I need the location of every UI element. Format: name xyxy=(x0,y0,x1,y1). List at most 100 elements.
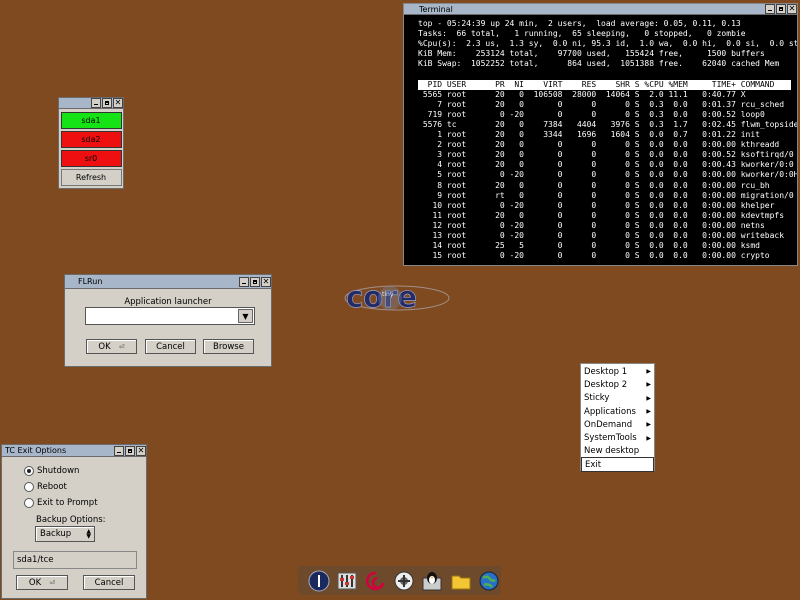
desktop-context-menu: Desktop 1 ▶ Desktop 2 ▶ Sticky ▶ Applicatio… xyxy=(580,363,655,473)
enter-key-icon: ⏎ xyxy=(118,342,125,351)
control-panel-icon[interactable] xyxy=(335,569,358,593)
ok-label: OK xyxy=(28,577,42,588)
submenu-arrow-icon: ▶ xyxy=(646,394,651,402)
process-row: 719 root 0 -20 0 0 0 S 0.3 0.0 0:00.52 l… xyxy=(418,109,765,119)
flrun-browse-button[interactable]: Browse xyxy=(203,339,254,354)
minimize-icon[interactable] xyxy=(765,4,775,14)
flrun-titlebar[interactable]: FLRun ✕ xyxy=(65,275,271,289)
wbar-dock xyxy=(298,566,501,595)
reboot-radio[interactable]: Reboot xyxy=(24,479,98,495)
top-summary-mem: KiB Mem: 253124 total, 97700 used, 15542… xyxy=(418,49,765,59)
backup-select[interactable]: Backup ▲ ▼ xyxy=(35,526,95,542)
menu-item-desktop-1[interactable]: Desktop 1 ▶ xyxy=(581,365,654,378)
maximize-icon[interactable] xyxy=(125,445,135,456)
close-icon[interactable]: ✕ xyxy=(787,4,797,14)
svg-text:tiny: tiny xyxy=(382,291,394,298)
exit-to-prompt-radio[interactable]: Exit to Prompt xyxy=(24,495,98,511)
flrun-title: FLRun xyxy=(78,276,103,286)
maximize-icon[interactable] xyxy=(776,4,786,14)
exit-ok-button[interactable]: OK ⏎ xyxy=(16,575,68,590)
process-row: 7 root 20 0 0 0 0 S 0.3 0.0 0:01.37 rcu_… xyxy=(418,99,785,109)
close-icon[interactable]: ✕ xyxy=(113,98,123,108)
globe-browser-icon[interactable] xyxy=(478,569,501,593)
process-table-header: PID USER PR NI VIRT RES SHR S %CPU %MEM … xyxy=(418,79,791,90)
mount-tool-window: ✕ sda1 sda2 sr0 Refresh xyxy=(58,97,124,189)
submenu-arrow-icon: ▶ xyxy=(646,368,651,376)
terminal-titlebar[interactable]: Terminal ✕ xyxy=(404,4,797,15)
process-row: 2 root 20 0 0 0 0 S 0.0 0.0 0:00.00 kthr… xyxy=(418,140,780,150)
ok-label: OK xyxy=(98,341,111,352)
menu-item-sticky[interactable]: Sticky ▶ xyxy=(581,392,654,405)
apps-gear-icon[interactable] xyxy=(392,569,415,593)
dropdown-arrow-icon[interactable]: ▼ xyxy=(238,309,253,323)
close-icon[interactable]: ✕ xyxy=(261,276,271,287)
process-row: 13 root 0 -20 0 0 0 S 0.0 0.0 0:00.00 wr… xyxy=(418,230,785,240)
process-row: 3 root 20 0 0 0 0 S 0.0 0.0 0:00.52 ksof… xyxy=(418,150,794,160)
process-row: 5565 root 20 0 106508 28000 14064 S 2.0 … xyxy=(418,89,746,99)
process-row: 9 root rt 0 0 0 0 S 0.0 0.0 0:00.00 migr… xyxy=(418,190,794,200)
maximize-icon[interactable] xyxy=(102,98,112,108)
exit-options-titlebar[interactable]: TC Exit Options ✕ xyxy=(2,445,146,457)
process-row: 15 root 0 -20 0 0 0 S 0.0 0.0 0:00.00 cr… xyxy=(418,251,770,261)
mount-tool-titlebar[interactable]: ✕ xyxy=(59,98,123,109)
menu-item-exit[interactable]: Exit xyxy=(581,457,654,473)
minimize-icon[interactable] xyxy=(114,445,124,456)
process-row: 5 root 0 -20 0 0 0 S 0.0 0.0 0:00.00 kwo… xyxy=(418,170,797,180)
terminal-penguin-icon[interactable] xyxy=(421,569,444,593)
top-summary-uptime: top - 05:24:39 up 24 min, 2 users, load … xyxy=(418,19,741,28)
flrun-ok-button[interactable]: OK ⏎ xyxy=(86,339,137,354)
mount-sda2-button[interactable]: sda2 xyxy=(60,131,122,148)
close-icon[interactable]: ✕ xyxy=(136,445,146,456)
menu-item-applications[interactable]: Applications ▶ xyxy=(581,405,654,418)
flrun-cancel-button[interactable]: Cancel xyxy=(145,339,196,354)
process-row: 14 root 25 5 0 0 0 S 0.0 0.0 0:00.00 ksm… xyxy=(418,241,760,251)
flrun-window: FLRun ✕ Application launcher ▼ OK ⏎ Cance… xyxy=(64,274,272,367)
terminal-window: Terminal ✕ top - 05:24:39 up 24 min, 2 u… xyxy=(403,3,798,266)
radio-selected-icon xyxy=(24,466,34,476)
process-row: 10 root 0 -20 0 0 0 S 0.0 0.0 0:00.00 kh… xyxy=(418,200,775,210)
flrun-label: Application launcher xyxy=(124,297,212,307)
power-icon[interactable] xyxy=(307,569,330,593)
submenu-arrow-icon: ▶ xyxy=(646,434,651,442)
menu-item-desktop-2[interactable]: Desktop 2 ▶ xyxy=(581,378,654,391)
process-row: 8 root 20 0 0 0 0 S 0.0 0.0 0:00.00 rcu_… xyxy=(418,180,770,190)
submenu-arrow-icon: ▶ xyxy=(646,381,651,389)
app-launcher-input[interactable]: ▼ xyxy=(85,307,255,325)
process-row: 5576 tc 20 0 7384 4404 3976 S 0.3 1.7 0:… xyxy=(418,119,797,129)
exit-cancel-button[interactable]: Cancel xyxy=(83,575,135,590)
terminal-title: Terminal xyxy=(419,4,453,14)
process-row: 4 root 20 0 0 0 0 S 0.0 0.0 0:00.43 kwor… xyxy=(418,160,794,170)
menu-item-systemtools[interactable]: SystemTools ▶ xyxy=(581,431,654,444)
minimize-icon[interactable] xyxy=(239,276,249,287)
process-row: 1 root 20 0 3344 1696 1604 S 0.0 0.7 0:0… xyxy=(418,130,760,140)
mount-sda1-button[interactable]: sda1 xyxy=(60,112,122,129)
radio-icon xyxy=(24,498,34,508)
mount-sr0-button[interactable]: sr0 xyxy=(60,150,122,167)
top-summary-swap: KiB Swap: 1052252 total, 864 used, 10513… xyxy=(418,59,780,69)
minimize-icon[interactable] xyxy=(91,98,101,108)
tinycore-logo: core tiny xyxy=(342,280,454,316)
exit-options-window: TC Exit Options ✕ Shutdown Reboot Exit t… xyxy=(1,444,147,599)
backup-options-label: Backup Options: xyxy=(36,515,106,525)
top-summary-cpu: %Cpu(s): 2.3 us, 1.3 sy, 0.0 ni, 95.3 id… xyxy=(418,39,797,49)
menu-item-new-desktop[interactable]: New desktop xyxy=(581,445,654,458)
top-summary-tasks: Tasks: 66 total, 1 running, 65 sleeping,… xyxy=(418,29,746,39)
menu-item-ondemand[interactable]: OnDemand ▶ xyxy=(581,418,654,431)
submenu-arrow-icon: ▶ xyxy=(646,421,651,429)
shutdown-radio[interactable]: Shutdown xyxy=(24,463,98,479)
exit-options-title: TC Exit Options xyxy=(5,446,67,455)
process-row: 11 root 20 0 0 0 0 S 0.0 0.0 0:00.00 kde… xyxy=(418,210,785,220)
select-updown-icon: ▲ ▼ xyxy=(86,528,91,540)
debian-swirl-icon[interactable] xyxy=(364,569,387,593)
submenu-arrow-icon: ▶ xyxy=(646,408,651,416)
terminal-content[interactable]: top - 05:24:39 up 24 min, 2 users, load … xyxy=(404,15,797,262)
enter-key-icon: ⏎ xyxy=(49,578,56,587)
refresh-button[interactable]: Refresh xyxy=(60,169,122,186)
process-row: 12 root 0 -20 0 0 0 S 0.0 0.0 0:00.00 ne… xyxy=(418,220,765,230)
tinycore-logo-graphic: core tiny xyxy=(344,280,450,314)
maximize-icon[interactable] xyxy=(250,276,260,287)
radio-icon xyxy=(24,482,34,492)
folder-icon[interactable] xyxy=(449,569,472,593)
tce-path-field[interactable]: sda1/tce xyxy=(13,551,137,569)
